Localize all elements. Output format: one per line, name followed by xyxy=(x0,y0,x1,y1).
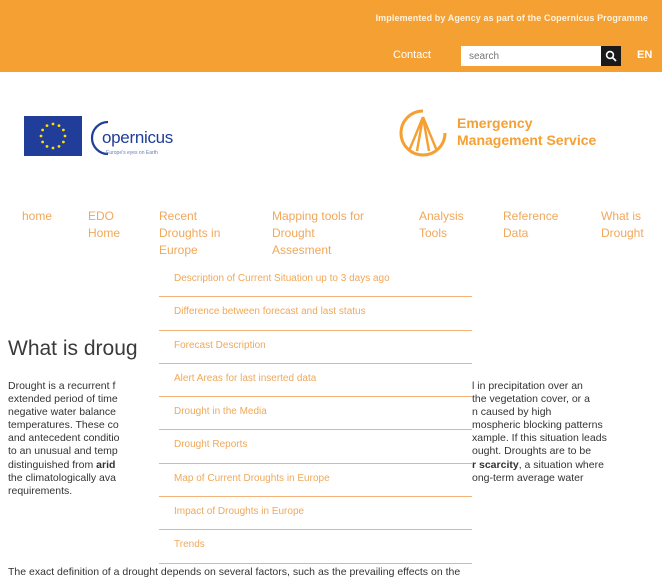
paragraph-2: The exact definition of a drought depend… xyxy=(8,566,461,578)
search-input[interactable] xyxy=(461,46,601,66)
text-line: ought. Droughts are to be xyxy=(472,445,592,458)
nav-label-line: Droughts in xyxy=(159,226,221,240)
nav-mapping-tools[interactable]: Mapping tools for Drought Assesment xyxy=(272,208,364,259)
nav-label-line: Tools xyxy=(419,226,448,240)
contact-link[interactable]: Contact xyxy=(393,49,431,61)
nav-label-line: Data xyxy=(503,226,529,240)
nav-label-line: Analysis xyxy=(419,209,464,223)
nav-label-line: Mapping tools for xyxy=(272,209,365,223)
nav-label-line: Drought xyxy=(601,226,644,240)
paragraph-right-fragment: l in precipitation over an the vegetatio… xyxy=(472,380,662,485)
bold-term-arid: arid xyxy=(96,458,116,471)
page-title: What is droug xyxy=(8,337,138,360)
dropdown-item[interactable]: Impact of Droughts in Europe xyxy=(159,497,472,531)
text-line: l in precipitation over an xyxy=(472,380,583,392)
eu-flag-logo xyxy=(24,116,82,156)
dropdown-item[interactable]: Forecast Description xyxy=(159,331,472,364)
text-line: ong-term average water xyxy=(472,471,584,484)
language-selector[interactable]: EN xyxy=(637,49,652,61)
copernicus-tagline: Europe's eyes on Earth xyxy=(106,150,158,156)
dropdown-item[interactable]: Description of Current Situation up to 3… xyxy=(159,264,472,298)
text-line-with-bold: distinguished from arid xyxy=(8,459,168,472)
text-line: extended period of time xyxy=(8,393,118,406)
top-bar: Implemented by Agency as part of the Cop… xyxy=(0,0,662,72)
nav-home[interactable]: home xyxy=(22,208,52,225)
ems-title: Emergency Management Service xyxy=(457,115,596,149)
text-line: mospheric blocking patterns xyxy=(472,419,603,432)
nav-recent-droughts[interactable]: Recent Droughts in Europe xyxy=(159,208,220,259)
nav-edo-home[interactable]: EDO Home xyxy=(88,208,120,242)
text-line-with-bold: r scarcity, a situation where xyxy=(472,459,662,472)
nav-what-is-drought[interactable]: What is Drought xyxy=(601,208,644,242)
nav-home-label: home xyxy=(22,209,53,223)
nav-label-line: EDO xyxy=(88,209,115,223)
nav-label-line: Drought xyxy=(272,226,315,240)
search-icon xyxy=(605,50,617,62)
text-line: Drought is a recurrent f xyxy=(8,380,116,392)
dropdown-item[interactable]: Alert Areas for last inserted data xyxy=(159,364,472,398)
text-line: to an unusual and temp xyxy=(8,445,118,458)
text-line: the climatologically ava xyxy=(8,471,116,484)
ems-title-line1: Emergency xyxy=(457,115,533,131)
nav-label-line: Home xyxy=(88,226,121,240)
dropdown-item[interactable]: Drought Reports xyxy=(159,430,472,464)
copernicus-logo[interactable]: opernicus Europe's eyes on Earth xyxy=(84,112,214,162)
text-line: n caused by high xyxy=(472,406,552,419)
nav-label-line: Recent xyxy=(159,209,198,223)
text-line: temperatures. These co xyxy=(8,419,119,432)
ems-logo[interactable] xyxy=(395,107,451,159)
text-fragment: , a situation where xyxy=(518,458,604,471)
ems-title-line2: Management Service xyxy=(457,132,597,148)
dropdown-item[interactable]: Difference between forecast and last sta… xyxy=(159,297,472,331)
nav-label-line: What is xyxy=(601,209,642,223)
text-line: negative water balance xyxy=(8,406,116,419)
search-button[interactable] xyxy=(601,46,621,66)
text-line: the vegetation cover, or a xyxy=(472,393,590,406)
copernicus-wordmark: opernicus xyxy=(102,128,174,147)
recent-droughts-dropdown: Description of Current Situation up to 3… xyxy=(159,264,472,564)
nav-analysis-tools[interactable]: Analysis Tools xyxy=(419,208,464,242)
dropdown-item[interactable]: Trends xyxy=(159,530,472,564)
text-line: and antecedent conditio xyxy=(8,432,120,445)
nav-reference-data[interactable]: Reference Data xyxy=(503,208,558,242)
dropdown-item[interactable]: Map of Current Droughts in Europe xyxy=(159,464,472,498)
dropdown-item[interactable]: Drought in the Media xyxy=(159,397,472,431)
bold-term-scarcity: r scarcity xyxy=(472,458,519,471)
nav-label-line: Assesment xyxy=(272,243,332,257)
text-line: requirements. xyxy=(8,484,73,497)
paragraph-left-fragment: Drought is a recurrent f extended period… xyxy=(8,380,168,498)
text-fragment: distinguished from xyxy=(8,458,97,471)
nav-label-line: Reference xyxy=(503,209,559,223)
text-line: xample. If this situation leads xyxy=(472,432,607,445)
nav-label-line: Europe xyxy=(159,243,198,257)
implemented-by-text: Implemented by Agency as part of the Cop… xyxy=(375,13,648,23)
